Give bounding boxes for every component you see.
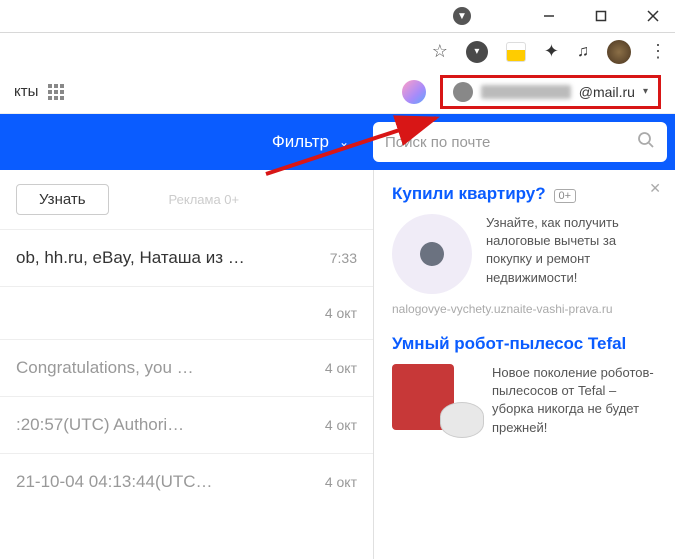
- dropdown-indicator[interactable]: ▼: [453, 7, 471, 25]
- ad-text: Новое поколение роботов-пылесосов от Tef…: [492, 364, 657, 437]
- mail-subject: :20:57(UTC) Authori…: [16, 415, 184, 435]
- mail-date: 4 окт: [315, 417, 357, 433]
- profile-avatar[interactable]: [607, 40, 631, 64]
- projects-label[interactable]: кты: [14, 83, 38, 100]
- mail-row[interactable]: 4 окт: [0, 286, 373, 339]
- ad-block-2[interactable]: Умный робот-пылесос Tefal Новое поколени…: [392, 334, 657, 437]
- ads-sidebar: ✕ Купили квартиру? 0+ Узнайте, как получ…: [374, 170, 675, 559]
- user-email-suffix: @mail.ru: [579, 84, 635, 100]
- mail-row[interactable]: 21-10-04 04:13:44(UTC… 4 окт: [0, 453, 373, 510]
- mail-row[interactable]: ob, hh.ru, eBay, Наташа из … 7:33: [0, 229, 373, 286]
- ad-title: Купили квартиру?: [392, 184, 546, 203]
- learn-button[interactable]: Узнать: [16, 184, 109, 215]
- filter-button[interactable]: Фильтр ⌄: [248, 132, 373, 152]
- mail-list: Узнать Реклама 0+ ob, hh.ru, eBay, Наташ…: [0, 170, 374, 559]
- browser-menu-icon[interactable]: ⋮: [649, 41, 667, 62]
- ad-block-1[interactable]: Купили квартиру? 0+ Узнайте, как получит…: [392, 184, 657, 316]
- caret-down-icon: ▾: [643, 86, 648, 97]
- close-ad-icon[interactable]: ✕: [649, 180, 661, 197]
- user-account-box[interactable]: @mail.ru ▾: [440, 75, 661, 109]
- chevron-down-icon: ⌄: [339, 135, 349, 149]
- mail-date: 4 окт: [315, 474, 357, 490]
- search-box[interactable]: [373, 122, 667, 162]
- bookmark-star-icon[interactable]: ☆: [432, 41, 448, 62]
- search-input[interactable]: [385, 134, 637, 151]
- search-icon[interactable]: [637, 131, 655, 154]
- mail-date: 4 окт: [315, 305, 357, 321]
- music-icon[interactable]: ♫: [577, 43, 589, 61]
- close-button[interactable]: [639, 9, 667, 23]
- mail-row[interactable]: Congratulations, you … 4 окт: [0, 339, 373, 396]
- apps-grid-icon[interactable]: [48, 84, 64, 100]
- mail-row[interactable]: :20:57(UTC) Authori… 4 окт: [0, 396, 373, 453]
- minimize-button[interactable]: [535, 10, 563, 22]
- browser-badge-icon[interactable]: ▾: [466, 41, 488, 63]
- ad-title: Умный робот-пылесос Tefal: [392, 334, 626, 353]
- age-badge: 0+: [554, 189, 577, 203]
- ad-text: Узнайте, как получить налоговые вычеты з…: [486, 214, 657, 294]
- assistant-orb-icon[interactable]: [402, 80, 426, 104]
- robot-vacuum-icon: [392, 364, 478, 436]
- ad-label: Реклама 0+: [169, 192, 240, 207]
- ad-source: nalogovye-vychety.uznaite-vashi-prava.ru: [392, 302, 657, 316]
- keys-icon: [392, 214, 472, 294]
- user-avatar-icon: [453, 82, 473, 102]
- user-name-blurred: [481, 85, 571, 99]
- extensions-icon[interactable]: ✦: [544, 41, 559, 62]
- mail-subject: 21-10-04 04:13:44(UTC…: [16, 472, 213, 492]
- mail-date: 4 окт: [315, 360, 357, 376]
- filter-label: Фильтр: [272, 132, 329, 152]
- maximize-button[interactable]: [587, 10, 615, 22]
- mail-subject: Congratulations, you …: [16, 358, 194, 378]
- mail-subject: ob, hh.ru, eBay, Наташа из …: [16, 248, 245, 268]
- mail-date: 7:33: [320, 250, 357, 266]
- yandex-flag-icon[interactable]: [506, 42, 526, 62]
